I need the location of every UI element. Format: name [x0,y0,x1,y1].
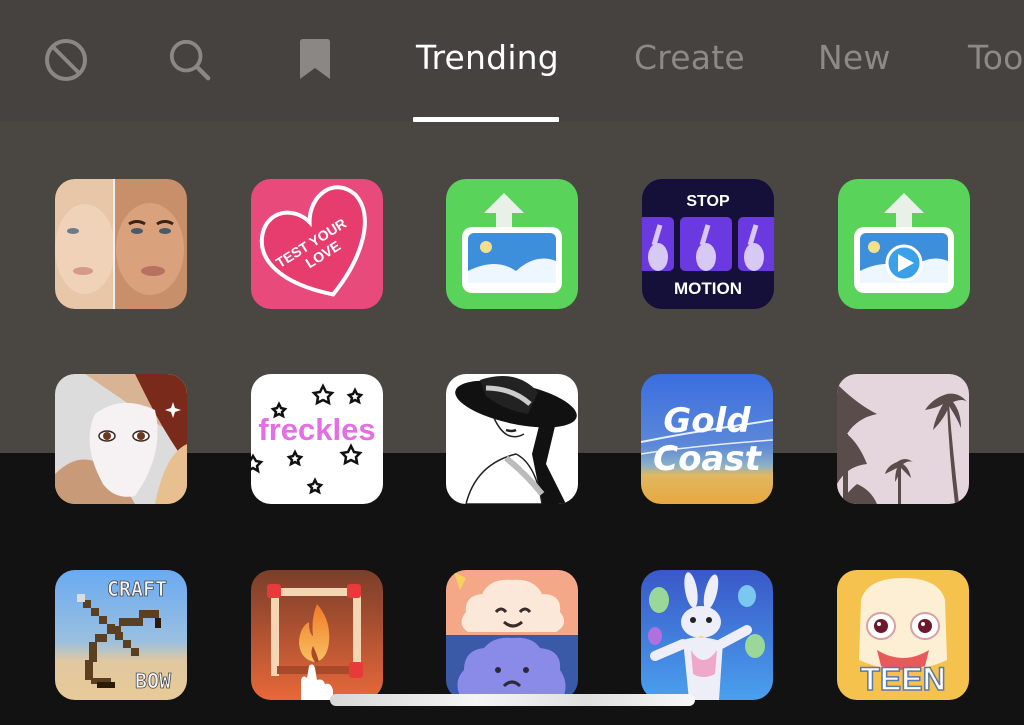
effect-palm-trees[interactable] [837,374,969,504]
tab-no-effect[interactable] [44,38,88,82]
svg-text:CRAFT: CRAFT [107,577,167,601]
effect-hat-lady-sketch[interactable] [446,374,578,504]
effect-teen-face[interactable]: TEEN [837,570,969,700]
tab-create[interactable]: Create [634,38,745,77]
svg-text:STOP: STOP [686,193,730,210]
effect-upload-video[interactable] [838,179,970,309]
heart-thumbnail: TEST YOUR LOVE [251,179,383,309]
effect-test-your-love[interactable]: TEST YOUR LOVE [251,179,383,309]
effects-tab-bar: Trending Create New Too [0,0,1024,122]
effect-face-mask[interactable] [55,374,187,504]
effect-craft-bow[interactable]: CRAFT BOW [55,570,187,700]
effect-happy-sad-cloud[interactable] [446,570,578,700]
stop-motion-thumbnail: STOP MOTION [642,179,774,309]
search-icon [169,39,211,81]
gold-coast-thumbnail: Gold Coast [641,374,773,504]
tab-tools[interactable]: Too [968,38,1024,77]
svg-text:Gold: Gold [663,401,751,441]
tab-new[interactable]: New [818,38,891,77]
hat-lady-thumbnail [446,374,578,504]
face-comparison-thumbnail [55,179,187,309]
effect-easter-bunny[interactable] [641,570,773,700]
tab-saved[interactable] [293,38,337,82]
bookmark-icon [300,39,330,79]
tab-search[interactable] [168,38,212,82]
svg-text:freckles: freckles [258,412,375,447]
effect-beauty-before-after[interactable] [55,179,187,309]
cloud-faces-thumbnail [446,570,578,700]
home-indicator[interactable] [330,694,695,706]
face-mask-thumbnail [55,374,187,504]
upload-image-icon [446,179,578,309]
craft-bow-thumbnail: CRAFT BOW [55,570,187,700]
active-tab-indicator [413,117,559,122]
teen-face-thumbnail: TEEN [837,570,969,700]
effect-upload-image[interactable] [446,179,578,309]
freckles-thumbnail: freckles [251,374,383,504]
upload-video-icon [838,179,970,309]
matchstick-fire-thumbnail [251,570,383,700]
effect-matchstick-fire[interactable] [251,570,383,700]
palm-trees-thumbnail [837,374,969,504]
svg-text:Coast: Coast [653,439,762,479]
svg-text:MOTION: MOTION [674,279,742,298]
effect-stop-motion[interactable]: STOP MOTION [642,179,774,309]
effect-freckles[interactable]: freckles [251,374,383,504]
no-entry-icon [45,39,87,81]
tab-trending[interactable]: Trending [416,38,559,77]
easter-bunny-thumbnail [641,570,773,700]
effect-gold-coast[interactable]: Gold Coast [641,374,773,504]
svg-text:TEEN: TEEN [860,661,945,697]
svg-text:BOW: BOW [135,669,172,693]
